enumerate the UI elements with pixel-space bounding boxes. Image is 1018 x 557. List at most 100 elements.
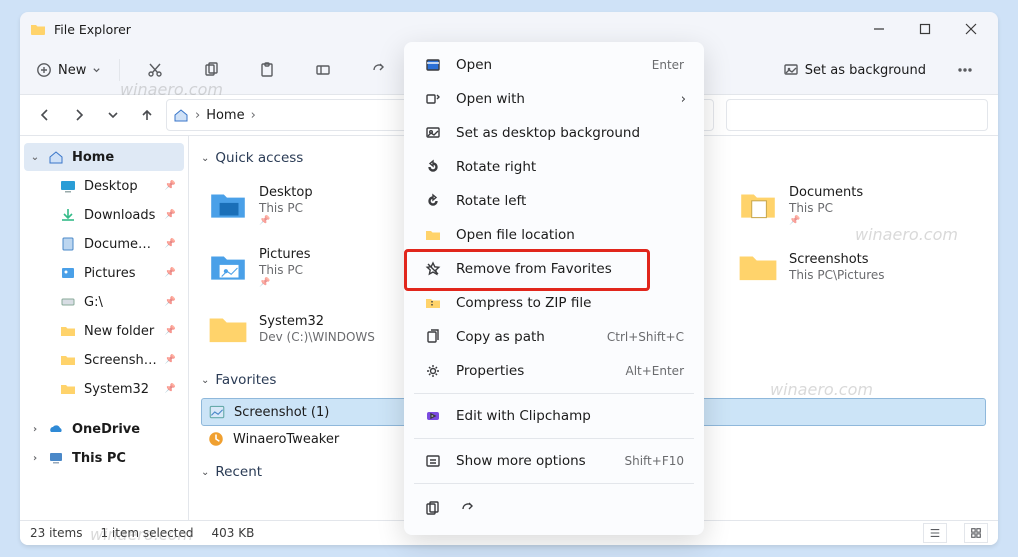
- title-bar: File Explorer: [20, 12, 998, 46]
- sidebar-item-label: Pictures: [84, 266, 157, 281]
- pin-icon: 📌: [165, 239, 176, 249]
- pin-icon: 📌: [165, 181, 176, 191]
- status-selected: 1 item selected: [100, 526, 193, 540]
- sidebar-item-label: G:\: [84, 295, 157, 310]
- menu-item-open[interactable]: OpenEnter: [408, 48, 700, 82]
- menu-item-copy-as-path[interactable]: Copy as pathCtrl+Shift+C: [408, 320, 700, 354]
- pin-icon: 📌: [259, 216, 313, 226]
- home-icon: [173, 107, 189, 123]
- group-label: Recent: [215, 464, 262, 480]
- sidebar-item-desktop[interactable]: Desktop 📌: [24, 172, 184, 200]
- menu-item-hint: Alt+Enter: [625, 364, 684, 378]
- sidebar-item-g-[interactable]: G:\ 📌: [24, 288, 184, 316]
- menu-item-rotate-left[interactable]: Rotate left: [408, 184, 700, 218]
- chevron-icon: ›: [30, 424, 40, 435]
- menu-item-open-with[interactable]: Open with›: [408, 82, 700, 116]
- menu-item-open-file-location[interactable]: Open file location: [408, 218, 700, 252]
- menu-footer: [404, 489, 704, 529]
- tile-name: Desktop: [259, 185, 313, 200]
- openwith-icon: [424, 90, 442, 108]
- copy-button[interactable]: [186, 53, 236, 87]
- maximize-button[interactable]: [902, 12, 948, 46]
- details-view-button[interactable]: [923, 523, 947, 543]
- image-icon: [208, 403, 226, 421]
- menu-item-set-as-desktop-background[interactable]: Set as desktop background: [408, 116, 700, 150]
- close-button[interactable]: [948, 12, 994, 46]
- menu-separator: [414, 438, 694, 439]
- menu-item-label: Open with: [456, 91, 525, 107]
- chevron-down-icon: ⌄: [201, 375, 209, 386]
- zip-icon: [424, 294, 442, 312]
- menu-item-label: Rotate left: [456, 193, 526, 209]
- breadcrumb-home[interactable]: Home: [206, 108, 244, 123]
- clip-icon: [424, 407, 442, 425]
- quick-access-tile[interactable]: ScreenshotsThis PC\Pictures: [731, 238, 986, 296]
- share-button[interactable]: [354, 53, 404, 87]
- onedrive-icon: [48, 421, 64, 437]
- tile-subtitle: This PC: [259, 263, 310, 277]
- set-as-background-button[interactable]: Set as background: [775, 53, 934, 87]
- cut-button[interactable]: [130, 53, 180, 87]
- desktop-icon: [60, 178, 76, 194]
- recent-locations-button[interactable]: [98, 100, 128, 130]
- quick-access-tile[interactable]: DocumentsThis PC📌: [731, 176, 986, 234]
- up-button[interactable]: [132, 100, 162, 130]
- sidebar-item-pictures[interactable]: Pictures📌: [24, 259, 184, 287]
- window-title: File Explorer: [54, 22, 856, 37]
- menu-item-show-more-options[interactable]: Show more optionsShift+F10: [408, 444, 700, 478]
- set-bg-label: Set as background: [805, 63, 926, 78]
- tile-subtitle: Dev (C:)\WINDOWS: [259, 330, 375, 344]
- menu-item-label: Set as desktop background: [456, 125, 640, 141]
- unfav-icon: [424, 260, 442, 278]
- sidebar-item-label: Desktop: [84, 179, 157, 194]
- status-count: 23 items: [30, 526, 82, 540]
- sidebar-item-onedrive[interactable]: ›OneDrive: [24, 415, 184, 443]
- sidebar-item-system32[interactable]: System32📌: [24, 375, 184, 403]
- new-button[interactable]: New: [28, 53, 109, 87]
- minimize-button[interactable]: [856, 12, 902, 46]
- nav-pane: ⌄HomeDesktop📌Downloads📌Documents📌Picture…: [20, 136, 189, 520]
- sidebar-item-downloads[interactable]: Downloads📌: [24, 201, 184, 229]
- menu-item-compress-to-zip-file[interactable]: Compress to ZIP file: [408, 286, 700, 320]
- breadcrumb-sep: ›: [195, 108, 200, 123]
- pin-icon: 📌: [789, 216, 863, 226]
- breadcrumb-sep2: ›: [251, 108, 256, 123]
- more-icon: [424, 452, 442, 470]
- folder-icon: [207, 308, 249, 350]
- status-size: 403 KB: [211, 526, 254, 540]
- loc-icon: [424, 226, 442, 244]
- pin-icon: 📌: [165, 297, 176, 307]
- folder-icon: [60, 381, 76, 397]
- forward-button[interactable]: [64, 100, 94, 130]
- rotr-icon: [424, 158, 442, 176]
- tile-subtitle: This PC\Pictures: [789, 268, 885, 282]
- sidebar-item-screenshots[interactable]: Screenshots📌: [24, 346, 184, 374]
- pin-icon: 📌: [165, 326, 176, 336]
- menu-item-edit-with-clipchamp[interactable]: Edit with Clipchamp: [408, 399, 700, 433]
- menu-item-label: Open file location: [456, 227, 575, 243]
- sidebar-item-new-folder[interactable]: New folder 📌: [24, 317, 184, 345]
- more-button[interactable]: [940, 53, 990, 87]
- menu-item-label: Show more options: [456, 453, 586, 469]
- copy-button[interactable]: [422, 499, 442, 519]
- sidebar-item-label: New folder: [84, 324, 157, 339]
- tile-name: Screenshots: [789, 252, 885, 267]
- sidebar-item-home[interactable]: ⌄Home: [24, 143, 184, 171]
- share-button[interactable]: [458, 499, 478, 519]
- back-button[interactable]: [30, 100, 60, 130]
- desktop-folder-icon: [207, 184, 249, 226]
- chevron-icon: ⌄: [30, 152, 40, 163]
- search-input[interactable]: [726, 99, 988, 131]
- separator: [119, 59, 120, 81]
- menu-item-rotate-right[interactable]: Rotate right: [408, 150, 700, 184]
- menu-item-hint: Enter: [652, 58, 684, 72]
- menu-item-properties[interactable]: PropertiesAlt+Enter: [408, 354, 700, 388]
- folder-icon: [60, 323, 76, 339]
- rename-button[interactable]: [298, 53, 348, 87]
- paste-button[interactable]: [242, 53, 292, 87]
- menu-item-remove-from-favorites[interactable]: Remove from Favorites: [408, 252, 700, 286]
- sidebar-item-this-pc[interactable]: ›This PC: [24, 444, 184, 472]
- tiles-view-button[interactable]: [964, 523, 988, 543]
- thispc-icon: [48, 450, 64, 466]
- sidebar-item-documents[interactable]: Documents📌: [24, 230, 184, 258]
